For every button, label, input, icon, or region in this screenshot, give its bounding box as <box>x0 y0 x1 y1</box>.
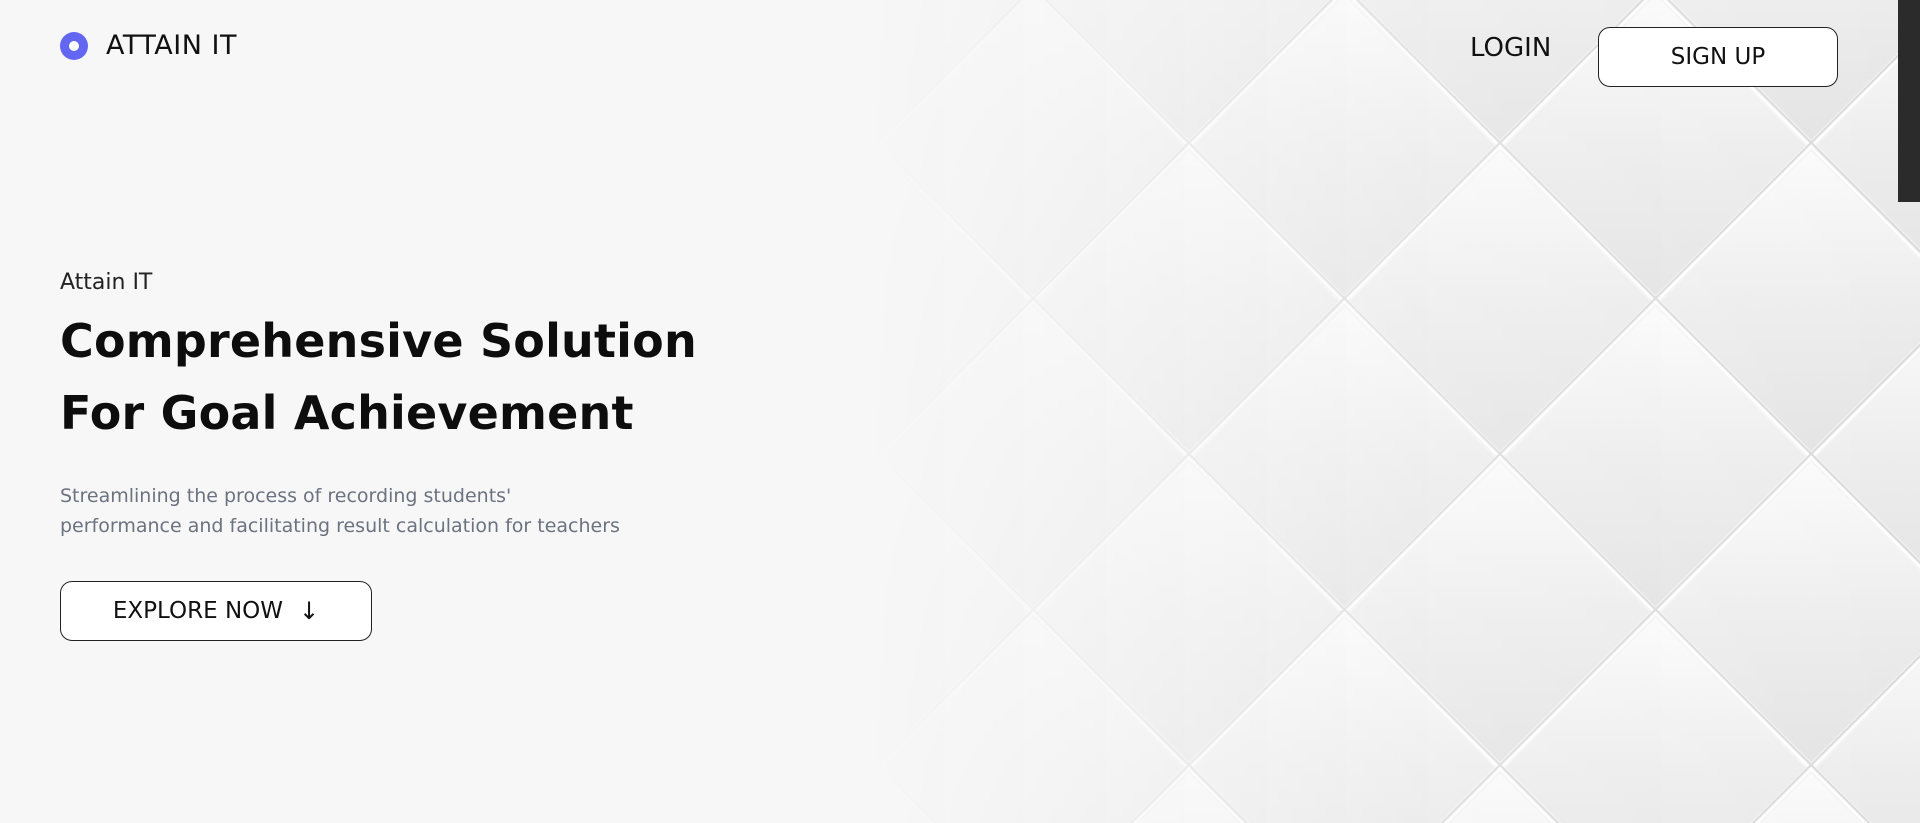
explore-now-button[interactable]: EXPLORE NOW ↓ <box>60 581 372 641</box>
brand-logo[interactable]: ATTAIN IT <box>60 30 237 61</box>
scrollbar-thumb[interactable] <box>1898 0 1920 202</box>
hero-title: Comprehensive Solution For Goal Achievem… <box>60 305 700 449</box>
explore-now-label: EXPLORE NOW <box>112 598 284 624</box>
hero-section: Attain IT Comprehensive Solution For Goa… <box>60 270 700 641</box>
hero-title-line-2: For Goal Achievement <box>60 386 634 440</box>
login-link[interactable]: LOGIN <box>1470 33 1551 63</box>
arrow-down-icon: ↓ <box>299 597 320 625</box>
top-navigation: ATTAIN IT LOGIN SIGN UP <box>0 0 1898 110</box>
brand-name: ATTAIN IT <box>106 30 237 61</box>
hero-description-line-2: performance and facilitating result calc… <box>60 515 620 537</box>
vertical-scrollbar[interactable] <box>1898 0 1920 823</box>
logo-circle-icon <box>60 31 88 60</box>
hero-description-line-1: Streamlining the process of recording st… <box>60 485 512 507</box>
landing-page: ATTAIN IT LOGIN SIGN UP Attain IT Compre… <box>0 0 1920 823</box>
hero-eyebrow: Attain IT <box>60 270 153 295</box>
hero-title-line-1: Comprehensive Solution <box>60 314 697 368</box>
sign-up-button[interactable]: SIGN UP <box>1598 27 1838 87</box>
hero-description: Streamlining the process of recording st… <box>60 481 660 541</box>
